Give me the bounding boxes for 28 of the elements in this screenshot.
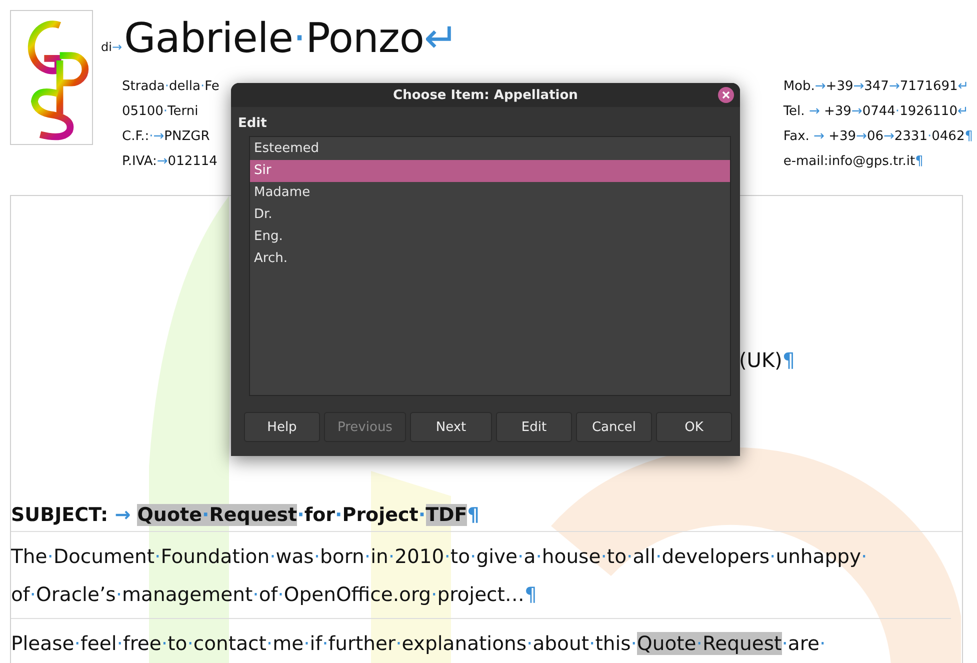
- address-line: Strada·della·Fe: [122, 78, 220, 96]
- list-item[interactable]: Dr.: [250, 204, 730, 226]
- subject-line: SUBJECT: → Quote·Request·for·Project·TDF¶: [11, 499, 962, 532]
- letterhead-name: Gabriele·Ponzo↵: [124, 13, 458, 64]
- dialog-title: Choose Item: Appellation: [393, 88, 578, 102]
- body-paragraph: Please·feel·free·to·contact·me·if·further·explanations·about·this·Quote·Request·are·: [11, 619, 951, 663]
- dialog-button[interactable]: OK: [656, 412, 732, 442]
- section-label: Edit: [238, 116, 268, 131]
- list-item[interactable]: Sir: [250, 160, 730, 182]
- address-line: C.F.:·→PNZGR: [122, 128, 210, 146]
- list-item[interactable]: Esteemed: [250, 138, 730, 160]
- contact-line: Tel. → +39→0744·1926110↵: [783, 103, 970, 121]
- list-item[interactable]: Eng.: [250, 226, 730, 248]
- contact-line: e-mail:info@gps.tr.it¶: [783, 153, 924, 171]
- address-line: 05100·Terni: [122, 103, 198, 121]
- dialog-button[interactable]: Cancel: [576, 412, 652, 442]
- list-item[interactable]: Madame: [250, 182, 730, 204]
- address-line: P.IVA:→012114: [122, 153, 218, 171]
- country-text: (UK)¶: [739, 347, 796, 374]
- close-icon[interactable]: [718, 87, 734, 103]
- contact-line: Mob.→+39→347→7171691↵: [783, 78, 970, 96]
- dialog-button[interactable]: Help: [244, 412, 320, 442]
- dialog-button[interactable]: Next: [410, 412, 492, 442]
- prefix-text: di→: [101, 40, 122, 54]
- list-item[interactable]: Arch.: [250, 248, 730, 270]
- dialog-button[interactable]: Edit: [496, 412, 572, 442]
- body-paragraph: The·Document·Foundation·was·born·in·2010·to·give·a·house·to·all·developers·unhappy·of·Oracle’s·management·of·OpenOffice.org·project…¶: [11, 532, 951, 619]
- contact-line: Fax. → +39→06→2331·0462¶: [783, 128, 973, 146]
